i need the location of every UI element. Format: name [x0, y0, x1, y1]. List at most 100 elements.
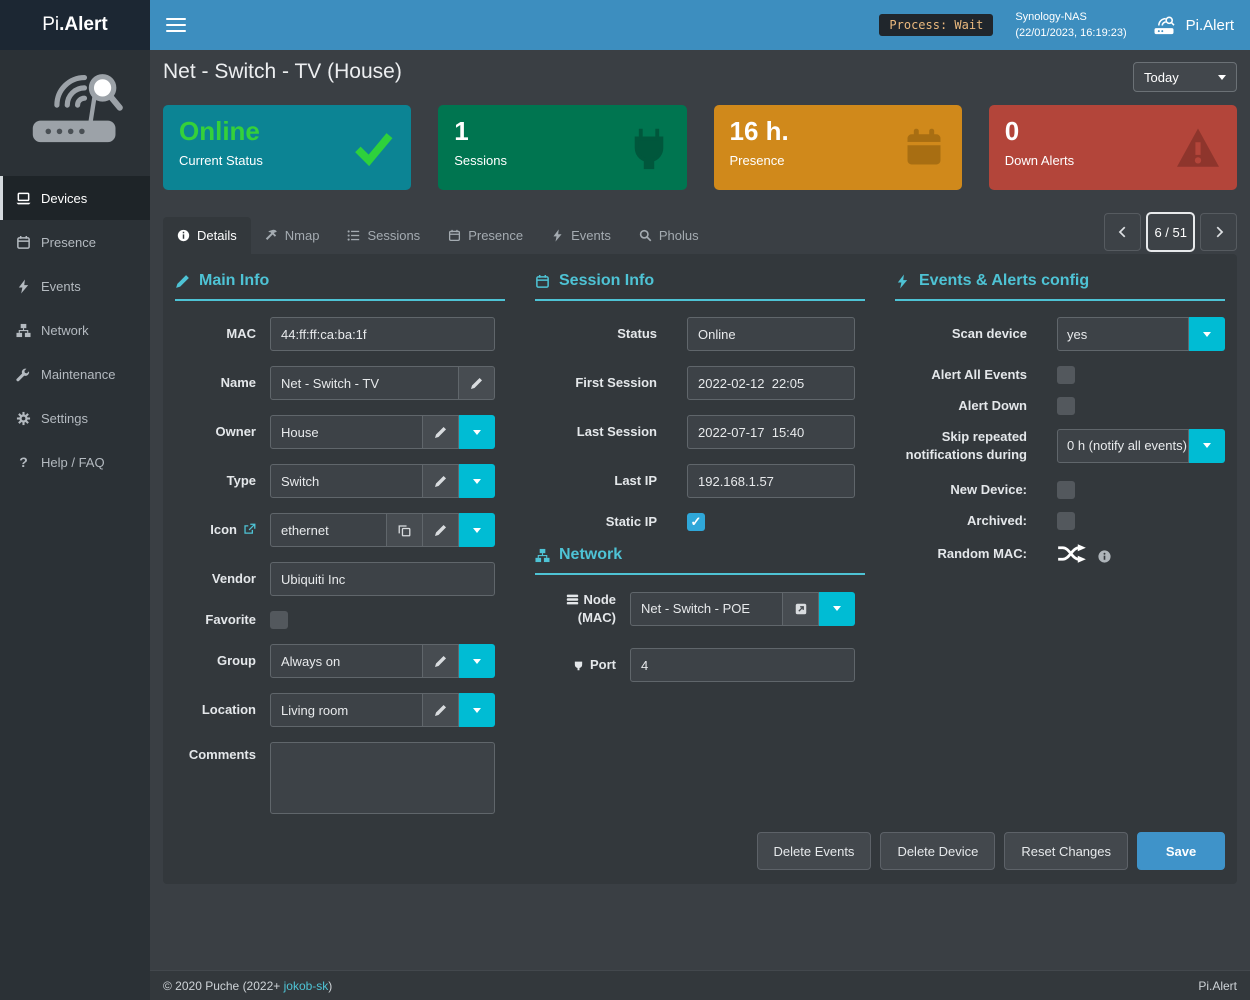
chevron-right-icon: [1212, 225, 1226, 239]
sidebar-item-devices[interactable]: Devices: [0, 176, 150, 220]
tab-label: Sessions: [367, 228, 420, 243]
type-input[interactable]: [270, 464, 423, 498]
field-row-archived: Archived:: [895, 512, 1225, 530]
tab-presence[interactable]: Presence: [434, 217, 537, 254]
vendor-input[interactable]: [270, 562, 495, 596]
owner-input[interactable]: [270, 415, 423, 449]
next-device-button[interactable]: [1200, 213, 1237, 251]
warning-icon: [1175, 125, 1221, 171]
chevron-down-icon: [473, 479, 481, 484]
shuffle-icon[interactable]: [1057, 543, 1087, 564]
archived-checkbox[interactable]: [1057, 512, 1075, 530]
favorite-checkbox[interactable]: [270, 611, 288, 629]
chevron-down-icon: [473, 659, 481, 664]
type-dropdown-button[interactable]: [459, 464, 495, 498]
navbar-app-brand[interactable]: Pi.Alert: [1151, 16, 1234, 35]
group-edit-button[interactable]: [423, 644, 459, 678]
tab-pholus[interactable]: Pholus: [625, 217, 713, 254]
group-input[interactable]: [270, 644, 423, 678]
card-down-alerts[interactable]: 0 Down Alerts: [989, 105, 1237, 190]
footer: © 2020 Puche (2022+ jokob-sk) Pi.Alert: [150, 970, 1250, 1000]
tab-details[interactable]: Details: [163, 217, 251, 254]
sidebar-item-maintenance[interactable]: Maintenance: [0, 352, 150, 396]
skip-notifications-select[interactable]: 0 h (notify all events): [1057, 429, 1189, 463]
laptop-icon: [16, 191, 31, 206]
static-ip-checkbox[interactable]: [687, 513, 705, 531]
node-dropdown-button[interactable]: [819, 592, 855, 626]
node-open-button[interactable]: [783, 592, 819, 626]
icon-dropdown-button[interactable]: [459, 513, 495, 547]
delete-device-button[interactable]: Delete Device: [880, 832, 995, 870]
name-input[interactable]: [270, 366, 459, 400]
external-link-icon[interactable]: [243, 523, 256, 536]
port-input[interactable]: [630, 648, 855, 682]
chevron-down-icon: [1218, 75, 1226, 80]
period-select[interactable]: Today: [1133, 62, 1237, 92]
events-alerts-heading: Events & Alerts config: [895, 272, 1225, 301]
last-ip-input[interactable]: [687, 464, 855, 498]
reset-changes-button[interactable]: Reset Changes: [1004, 832, 1128, 870]
comments-label: Comments: [175, 742, 270, 764]
last-session-input[interactable]: [687, 415, 855, 449]
delete-events-button[interactable]: Delete Events: [757, 832, 872, 870]
list-icon: [347, 229, 360, 242]
location-dropdown-button[interactable]: [459, 693, 495, 727]
icon-copy-button[interactable]: [387, 513, 423, 547]
owner-edit-button[interactable]: [423, 415, 459, 449]
name-label: Name: [175, 374, 270, 392]
chevron-down-icon: [473, 430, 481, 435]
node-input[interactable]: [630, 592, 783, 626]
bars-icon: [566, 593, 579, 606]
tab-events[interactable]: Events: [537, 217, 625, 254]
main-content: Net - Switch - TV (House) Today Online C…: [150, 50, 1250, 970]
tab-nmap[interactable]: Nmap: [251, 217, 334, 254]
name-edit-button[interactable]: [459, 366, 495, 400]
scan-device-dropdown-button[interactable]: [1189, 317, 1225, 351]
skip-notifications-dropdown-button[interactable]: [1189, 429, 1225, 463]
group-dropdown-button[interactable]: [459, 644, 495, 678]
field-row-random-mac: Random MAC:: [895, 543, 1225, 564]
card-sessions[interactable]: 1 Sessions: [438, 105, 686, 190]
owner-dropdown-button[interactable]: [459, 415, 495, 449]
card-current-status[interactable]: Online Current Status: [163, 105, 411, 190]
icon-input[interactable]: [270, 513, 387, 547]
network-heading: Network: [535, 546, 865, 575]
mac-input[interactable]: [270, 317, 495, 351]
owner-label: Owner: [175, 423, 270, 441]
pencil-icon: [434, 475, 447, 488]
prev-device-button[interactable]: [1104, 213, 1141, 251]
type-edit-button[interactable]: [423, 464, 459, 498]
pencil-icon: [434, 524, 447, 537]
sidebar-item-events[interactable]: Events: [0, 264, 150, 308]
scan-device-select[interactable]: yes: [1057, 317, 1189, 351]
menu-icon[interactable]: [166, 14, 186, 36]
sidebar-item-network[interactable]: Network: [0, 308, 150, 352]
type-label: Type: [175, 472, 270, 490]
alert-all-events-checkbox[interactable]: [1057, 366, 1075, 384]
comments-textarea[interactable]: [270, 742, 495, 814]
icon-edit-button[interactable]: [423, 513, 459, 547]
status-input[interactable]: [687, 317, 855, 351]
device-pager: 6 / 51: [1104, 212, 1237, 252]
sitemap-icon: [16, 323, 31, 338]
sidebar-item-label: Events: [41, 279, 81, 294]
brand-prefix: Pi: [42, 14, 59, 36]
info-icon[interactable]: [1098, 550, 1111, 563]
footer-author-link[interactable]: jokob-sk: [284, 979, 329, 993]
brand-logo[interactable]: Pi.Alert: [0, 0, 150, 50]
location-edit-button[interactable]: [423, 693, 459, 727]
sidebar-item-settings[interactable]: Settings: [0, 396, 150, 440]
calendar-icon: [448, 229, 461, 242]
sidebar-item-presence[interactable]: Presence: [0, 220, 150, 264]
first-session-input[interactable]: [687, 366, 855, 400]
field-row-static-ip: Static IP: [535, 513, 865, 531]
save-button[interactable]: Save: [1137, 832, 1225, 870]
field-row-type: Type: [175, 464, 505, 498]
tab-sessions[interactable]: Sessions: [333, 217, 434, 254]
new-device-checkbox[interactable]: [1057, 481, 1075, 499]
location-input[interactable]: [270, 693, 423, 727]
alert-down-label: Alert Down: [895, 397, 1057, 415]
alert-down-checkbox[interactable]: [1057, 397, 1075, 415]
sidebar-item-help[interactable]: ? Help / FAQ: [0, 440, 150, 484]
card-presence[interactable]: 16 h. Presence: [714, 105, 962, 190]
